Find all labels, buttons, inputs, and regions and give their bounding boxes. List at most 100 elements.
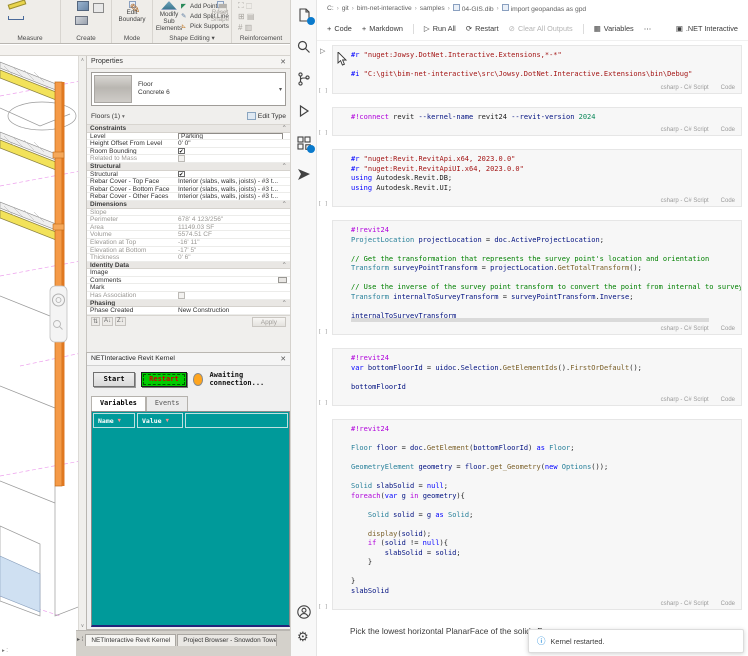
- modify-sub-elements-button[interactable]: Modify Sub Elements: [154, 1, 184, 33]
- sort-icons[interactable]: ⇅ A↓ Z↓: [91, 317, 126, 327]
- cell-mode[interactable]: Code: [721, 85, 735, 91]
- cell-mode[interactable]: Code: [721, 397, 735, 403]
- cell-editor[interactable]: #!revit24 ProjectLocation projectLocation…: [332, 220, 742, 335]
- prop-section-header[interactable]: Dimensions ⌃: [87, 200, 290, 209]
- prop-section-header[interactable]: Phasing ⌃: [87, 299, 290, 308]
- cell-editor[interactable]: #!revit24 var bottomFloorId = uidoc.Selec…: [332, 348, 742, 406]
- breadcrumb-item[interactable]: bim-net-interactive: [357, 5, 412, 12]
- property-value[interactable]: ✔: [178, 170, 287, 177]
- polyglot-send-icon[interactable]: [296, 167, 312, 183]
- breadcrumb-item[interactable]: import geopandas as gpd: [501, 4, 586, 13]
- property-value[interactable]: [178, 269, 287, 276]
- property-value[interactable]: Interior (slabs, walls, joists) - #3 t..…: [178, 193, 287, 200]
- property-value[interactable]: [178, 284, 287, 291]
- prop-section-header[interactable]: Structural ⌃: [87, 162, 290, 171]
- section-collapse-icon[interactable]: ⌃: [282, 125, 287, 132]
- extensions-icon[interactable]: [296, 135, 315, 153]
- cell-mode[interactable]: Code: [721, 601, 735, 607]
- filter-icon[interactable]: ▼: [118, 418, 121, 424]
- filter-select[interactable]: Floors (1) ▾: [91, 113, 125, 120]
- ellipsis-button[interactable]: [278, 276, 287, 284]
- cell-editor[interactable]: #!revit24 Floor floor = doc.GetElement(b…: [332, 419, 742, 610]
- property-value[interactable]: [178, 276, 287, 284]
- type-selector[interactable]: Floor Concrete 6 ▾: [91, 72, 286, 106]
- toast-notification[interactable]: ⓘ Kernel restarted.: [528, 629, 744, 653]
- cell-language[interactable]: csharp - C# Script: [661, 127, 709, 133]
- source-control-icon[interactable]: [296, 71, 312, 87]
- property-value[interactable]: Interior (slabs, walls, joists) - #3 t..…: [178, 178, 287, 185]
- revit-3d-view[interactable]: ▸ ⁚: [0, 56, 86, 656]
- section-collapse-icon[interactable]: ⌃: [282, 262, 287, 269]
- view-hscroll-arrows[interactable]: ▸ ⁚: [2, 648, 8, 654]
- restart-button[interactable]: Restart: [141, 371, 187, 387]
- prop-section-header[interactable]: Constraints ⌃: [87, 125, 290, 133]
- column-header-value[interactable]: Value ▼: [137, 413, 183, 428]
- close-icon[interactable]: ✕: [280, 355, 286, 363]
- cell-language[interactable]: csharp - C# Script: [661, 397, 709, 403]
- tab-project-browser[interactable]: Project Browser - Snowdon Towers...: [177, 634, 278, 646]
- cell-language[interactable]: csharp - C# Script: [661, 601, 709, 607]
- account-icon[interactable]: [296, 604, 312, 620]
- scroll-up-icon[interactable]: ∧: [79, 57, 86, 63]
- clear-all-outputs-button: ⊘ Clear All Outputs: [509, 24, 573, 33]
- ⋯-button[interactable]: ⋯: [644, 24, 651, 33]
- breadcrumb-separator-icon: ›: [351, 5, 354, 12]
- view-vertical-scrollbar[interactable]: ∧ ∨: [78, 56, 86, 630]
- breadcrumb-item[interactable]: C:: [327, 5, 334, 12]
- code-button[interactable]: + Code: [327, 24, 352, 33]
- close-icon[interactable]: ✕: [280, 58, 286, 66]
- search-icon[interactable]: [296, 39, 312, 55]
- create-solid-icon[interactable]: [77, 1, 89, 11]
- property-value[interactable]: New Construction: [178, 307, 287, 314]
- edit-boundary-button[interactable]: ✎ Edit Boundary: [114, 1, 150, 23]
- cell-hscrollbar[interactable]: [351, 318, 709, 322]
- cell-mode[interactable]: Code: [721, 198, 735, 204]
- tab-scroll-arrows[interactable]: ▸ ⁞: [76, 634, 85, 643]
- cell-editor[interactable]: #!connect revit --kernel-name revit24 --…: [332, 106, 742, 136]
- tab-variables[interactable]: Variables: [91, 396, 146, 411]
- scroll-down-icon[interactable]: ∨: [79, 623, 86, 629]
- variables-button[interactable]: ▦ Variables: [594, 24, 634, 33]
- run-debug-icon[interactable]: [296, 103, 312, 119]
- create-set-icon[interactable]: [93, 3, 104, 13]
- cell-editor[interactable]: #r "nuget:Revit.RevitApi.x64, 2023.0.0" #…: [332, 149, 742, 207]
- dimension-icon[interactable]: [8, 16, 24, 20]
- restart-button[interactable]: ⟳ Restart: [466, 24, 499, 33]
- section-collapse-icon[interactable]: ⌃: [282, 163, 287, 170]
- section-collapse-icon[interactable]: ⌃: [282, 300, 287, 307]
- property-value[interactable]: 0' 0": [178, 140, 287, 147]
- cell-language[interactable]: csharp - C# Script: [661, 198, 709, 204]
- settings-gear-icon[interactable]: ⚙: [297, 630, 313, 646]
- checkbox[interactable]: ✔: [178, 147, 185, 154]
- chevron-down-icon[interactable]: ▾: [279, 86, 282, 93]
- create-form-icon[interactable]: [75, 16, 88, 25]
- column-header-name[interactable]: Name ▼: [93, 413, 135, 428]
- ruler-icon[interactable]: [7, 0, 27, 10]
- run-all-button[interactable]: ▷ Run All: [424, 24, 456, 33]
- cell-mode[interactable]: Code: [721, 326, 735, 332]
- filter-icon[interactable]: ▼: [166, 418, 169, 424]
- explorer-icon[interactable]: [296, 7, 315, 25]
- prop-section-header[interactable]: Identity Data ⌃: [87, 261, 290, 270]
- edit-type-button[interactable]: Edit Type: [246, 112, 286, 120]
- markdown-button[interactable]: + Markdown: [362, 24, 403, 33]
- net-interactive-indicator[interactable]: ▣ .NET Interactive: [676, 24, 738, 33]
- level-input[interactable]: Parking: [178, 132, 283, 140]
- run-cell-icon[interactable]: ▷: [320, 47, 325, 55]
- cell-mode[interactable]: Code: [721, 127, 735, 133]
- property-value[interactable]: ✔: [178, 147, 287, 154]
- property-value[interactable]: Interior (slabs, walls, joists) - #3 t..…: [178, 186, 287, 193]
- cell-editor[interactable]: #r "nuget:Jowsy.DotNet.Interactive.Exten…: [332, 45, 742, 94]
- cell-language[interactable]: csharp - C# Script: [661, 326, 709, 332]
- breadcrumb-item[interactable]: samples: [420, 5, 445, 12]
- property-value[interactable]: Parking: [178, 132, 287, 140]
- tab-events[interactable]: Events: [145, 396, 189, 411]
- checkbox[interactable]: ✔: [178, 170, 185, 177]
- breadcrumb-item[interactable]: 04-GIS.dib: [452, 4, 494, 13]
- cell-language[interactable]: csharp - C# Script: [661, 85, 709, 91]
- section-collapse-icon[interactable]: ⌃: [282, 201, 287, 208]
- apply-button[interactable]: Apply: [251, 316, 286, 327]
- breadcrumb-item[interactable]: git: [342, 5, 349, 12]
- tab-netinteractive-kernel[interactable]: NETInteractive Revit Kernel: [85, 634, 177, 646]
- start-button[interactable]: Start: [93, 371, 136, 387]
